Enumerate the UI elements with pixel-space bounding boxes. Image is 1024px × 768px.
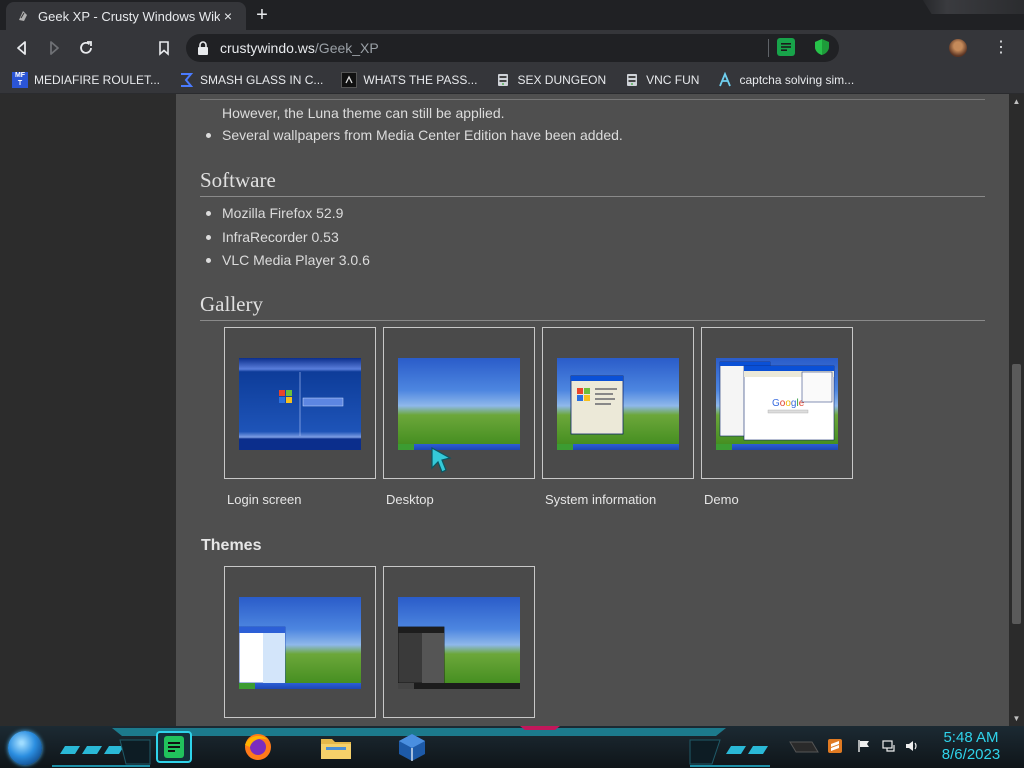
bookmark-label: SMASH GLASS IN C...: [200, 72, 324, 87]
demo-image: Google: [716, 358, 838, 450]
bookmark-item-captcha[interactable]: captcha solving sim...: [717, 71, 855, 88]
forward-icon: [50, 41, 59, 55]
wiki-content: However, the Luna theme can still be app…: [176, 94, 1009, 726]
scrollbar-thumb[interactable]: [1012, 364, 1021, 624]
gallery-caption: Login screen: [227, 492, 302, 507]
extension-separator: [768, 39, 769, 57]
lock-icon: [196, 40, 210, 56]
mini-taskbar: [557, 444, 679, 450]
dark-square-icon: [341, 71, 358, 88]
new-tab-button[interactable]: +: [252, 5, 272, 25]
flag-icon[interactable]: [857, 739, 871, 753]
bookmark-item-sex-dungeon[interactable]: SEX DUNGEON: [495, 72, 606, 88]
page-scrollbar[interactable]: ▲ ▼: [1009, 94, 1024, 726]
bookmark-label: SEX DUNGEON: [517, 72, 607, 87]
tab-active[interactable]: Geek XP - Crusty Windows Wiki ×: [6, 2, 246, 30]
sublime-icon[interactable]: [828, 739, 842, 753]
bookmark-label: WHATS THE PASS...: [363, 72, 478, 87]
volume-icon[interactable]: [905, 739, 919, 753]
luna-theme-image: [239, 597, 361, 689]
list-item: Several wallpapers from Media Center Edi…: [206, 126, 623, 150]
mouse-cursor-icon: [431, 446, 452, 473]
mini-taskbar: [398, 683, 520, 689]
bookmark-item-smash-glass[interactable]: SMASH GLASS IN C...: [178, 72, 323, 88]
scroll-down-icon[interactable]: ▼: [1009, 711, 1024, 726]
notes-extension-icon[interactable]: [777, 38, 795, 56]
login-screen-image: [239, 358, 361, 450]
window-frame-decoration: [922, 0, 1024, 14]
page-viewport: However, the Luna theme can still be app…: [0, 94, 1009, 726]
browser-menu-icon[interactable]: ⋮: [993, 38, 1009, 58]
virtualbox-icon[interactable]: [394, 731, 430, 763]
dark-theme-image: [398, 597, 520, 689]
mini-taskbar: [398, 444, 520, 450]
themes-heading: Themes: [201, 537, 262, 554]
file-explorer-icon[interactable]: [318, 731, 354, 763]
list-item: VLC Media Player 3.0.6: [206, 251, 370, 275]
mediafire-icon: MF T: [12, 71, 28, 88]
server-icon: [624, 72, 640, 88]
scroll-up-icon[interactable]: ▲: [1009, 94, 1024, 109]
theme-thumb-luna[interactable]: [224, 566, 376, 718]
url-host: crustywindo.ws: [220, 40, 315, 56]
gallery-thumb-sysinfo[interactable]: [542, 327, 694, 479]
desktop-image: [398, 358, 520, 450]
bookmark-item-whats-the-pass[interactable]: WHATS THE PASS...: [341, 71, 478, 88]
profile-avatar[interactable]: [949, 39, 967, 57]
gallery-heading: Gallery: [200, 292, 985, 321]
shield-extension-icon[interactable]: [813, 38, 831, 56]
gallery-caption: Demo: [704, 492, 739, 507]
bookmark-item-mediafire[interactable]: MF T MEDIAFIRE ROULET...: [12, 71, 161, 88]
clock-date: 8/6/2023: [941, 746, 1001, 763]
tab-title: Geek XP - Crusty Windows Wiki: [38, 8, 220, 24]
start-orb-button[interactable]: [8, 731, 42, 765]
network-icon[interactable]: [882, 739, 896, 753]
gallery-thumb-demo[interactable]: Google: [701, 327, 853, 479]
tab-strip: Geek XP - Crusty Windows Wiki × +: [0, 0, 1024, 30]
mini-taskbar: [239, 683, 361, 689]
back-icon: [17, 41, 26, 55]
system-information-image: [557, 358, 679, 450]
bookmark-label: MEDIAFIRE ROULET...: [34, 72, 161, 87]
theme-thumb-dark[interactable]: [383, 566, 535, 718]
gallery-thumb-login[interactable]: [224, 327, 376, 479]
clock-time: 5:48 AM: [943, 729, 999, 746]
gallery-caption: System information: [545, 492, 657, 507]
system-clock[interactable]: 5:48 AM 8/6/2023: [936, 729, 1006, 763]
bookmarks-bar: MF T MEDIAFIRE ROULET... SMASH GLASS IN C…: [0, 66, 1024, 94]
forward-button[interactable]: [44, 38, 64, 58]
feature-list: However, the Luna theme can still be app…: [206, 104, 623, 150]
software-list: Mozilla Firefox 52.9 InfraRecorder 0.53 …: [206, 204, 370, 275]
url-text: crustywindo.ws/Geek_XP: [220, 40, 379, 56]
url-path: /Geek_XP: [314, 40, 379, 56]
reload-button[interactable]: [76, 38, 96, 58]
notes-app-icon[interactable]: [156, 731, 192, 763]
bookmark-icon: [159, 41, 169, 56]
bookmark-label: VNC FUN: [646, 72, 700, 87]
tab-close-icon[interactable]: ×: [220, 8, 236, 24]
gallery-caption: Desktop: [386, 492, 434, 507]
bookmark-item-vnc-fun[interactable]: VNC FUN: [624, 72, 699, 88]
crusty-favicon-icon: [16, 9, 30, 23]
list-item: Mozilla Firefox 52.9: [206, 204, 370, 228]
svg-text:Google: Google: [772, 398, 805, 409]
taskbar: 5:48 AM 8/6/2023: [0, 726, 1024, 768]
mini-taskbar: [716, 444, 838, 450]
list-item: However, the Luna theme can still be app…: [222, 105, 505, 121]
address-bar[interactable]: crustywindo.ws/Geek_XP: [186, 34, 839, 62]
sigma-icon: [178, 72, 194, 88]
list-item: InfraRecorder 0.53: [206, 228, 370, 252]
section-divider: [200, 99, 985, 100]
bookmark-button[interactable]: [154, 38, 174, 58]
software-heading: Software: [200, 168, 985, 197]
server-icon: [495, 72, 511, 88]
gallery-thumb-desktop[interactable]: [383, 327, 535, 479]
back-button[interactable]: [12, 38, 32, 58]
reload-icon: [80, 41, 92, 54]
bookmark-label: captcha solving sim...: [739, 72, 855, 87]
lambda-icon: [717, 71, 733, 88]
browser-toolbar: crustywindo.ws/Geek_XP ⋮: [0, 30, 1024, 66]
firefox-icon[interactable]: [240, 731, 276, 763]
